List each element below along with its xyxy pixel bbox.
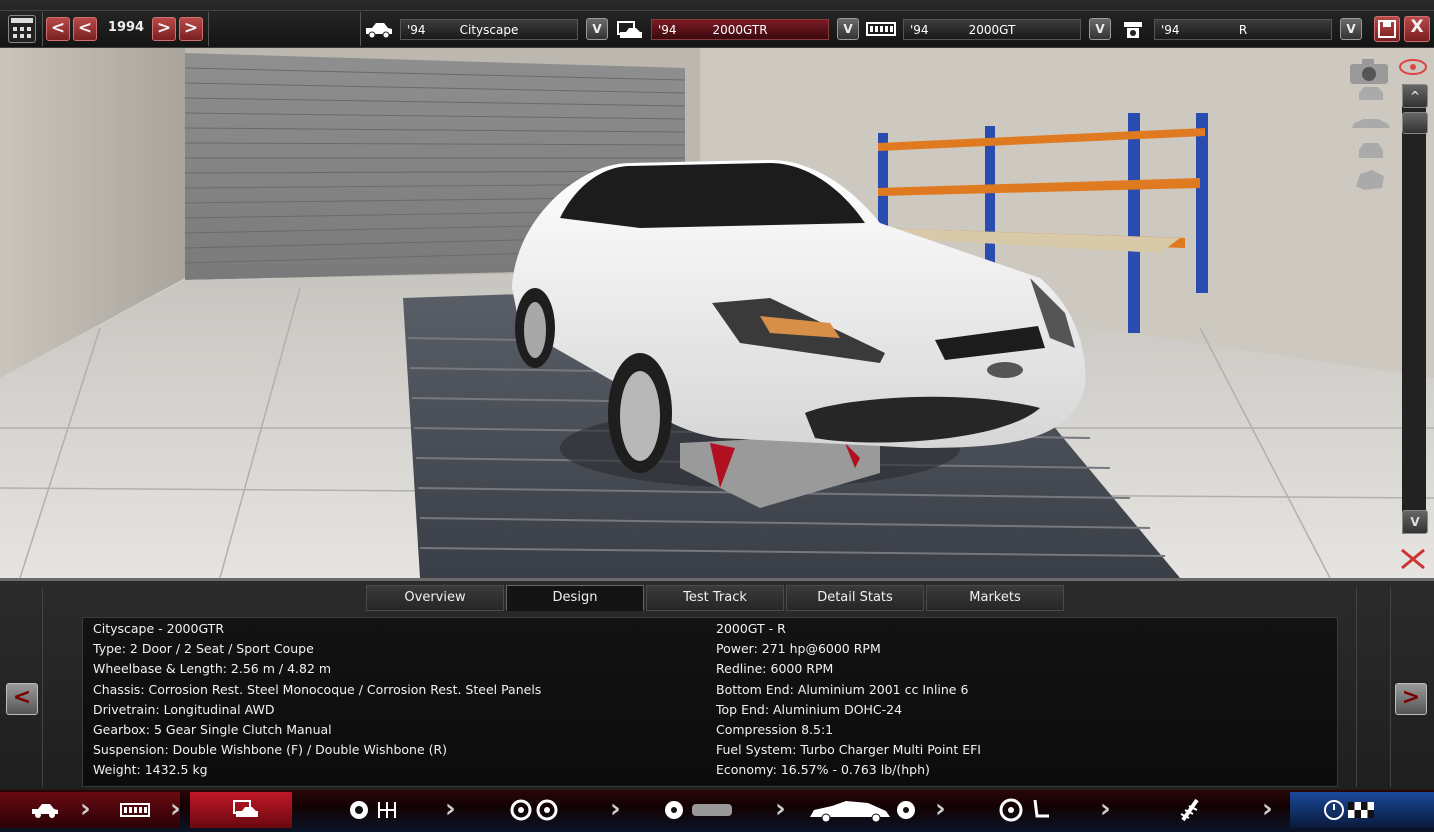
chassis-icon bbox=[665, 801, 732, 819]
top-toolbar: < < 1994 > > '94 Cityscape V '94 2000GTR… bbox=[0, 0, 1434, 48]
tab-detail-stats[interactable]: Detail Stats bbox=[786, 585, 924, 611]
engine-family-icon bbox=[120, 803, 150, 817]
car-viewport[interactable]: ^ V bbox=[0, 48, 1434, 578]
car-stat-line: Gearbox: 5 Gear Single Clutch Manual bbox=[93, 721, 332, 737]
engine-stat-line: Power: 271 hp@6000 RPM bbox=[716, 641, 881, 657]
stats-panel: Cityscape - 2000GTR Type: 2 Door / 2 Sea… bbox=[82, 617, 1338, 787]
wheels-icon bbox=[510, 799, 558, 821]
car-model-icon bbox=[32, 804, 58, 818]
car-stat-line: Chassis: Corrosion Rest. Steel Monocoque… bbox=[93, 681, 542, 697]
suspension-icon bbox=[1180, 798, 1199, 822]
engine-stat-line: Bottom End: Aluminium 2001 cc Inline 6 bbox=[716, 681, 969, 697]
save-button[interactable] bbox=[1374, 16, 1400, 42]
design-step-bar: › › › › › › › › bbox=[0, 790, 1434, 832]
engine-family-field[interactable]: '94 2000GT bbox=[903, 19, 1081, 40]
car-stat-line: Weight: 1432.5 kg bbox=[93, 762, 208, 778]
car-trim-icon bbox=[233, 800, 258, 817]
trim-dropdown-button[interactable]: V bbox=[837, 18, 859, 40]
engine-variant-icon bbox=[1124, 22, 1142, 38]
step-interior[interactable] bbox=[995, 792, 1055, 828]
step-wheels[interactable] bbox=[505, 792, 565, 828]
car-stat-line: Wheelbase & Length: 2.56 m / 4.82 m bbox=[93, 661, 332, 677]
model-dropdown-button[interactable]: V bbox=[586, 18, 608, 40]
car-stat-line: Suspension: Double Wishbone (F) / Double… bbox=[93, 742, 448, 758]
tab-overview[interactable]: Overview bbox=[366, 585, 504, 611]
tab-design[interactable]: Design bbox=[506, 585, 644, 611]
car-trim-icon bbox=[617, 21, 642, 38]
year-forward-button[interactable]: > bbox=[152, 17, 176, 41]
reset-view-icon[interactable] bbox=[1398, 546, 1428, 572]
steering-wheel-icon bbox=[999, 798, 1049, 822]
car-stat-line: Type: 2 Door / 2 Seat / Sport Coupe bbox=[93, 641, 314, 657]
zoom-slider-handle[interactable] bbox=[1402, 112, 1428, 134]
zoom-in-button[interactable]: ^ bbox=[1402, 84, 1428, 108]
step-trim[interactable] bbox=[215, 792, 275, 828]
garage-scene bbox=[0, 48, 1434, 578]
car-model-icon bbox=[366, 23, 392, 39]
year-back-button[interactable]: < bbox=[73, 17, 97, 41]
year-display: 1994 bbox=[107, 20, 145, 35]
chevron-right-icon: › bbox=[1262, 794, 1273, 824]
step-engine-family[interactable] bbox=[110, 792, 160, 828]
car-stat-line: Drivetrain: Longitudinal AWD bbox=[93, 701, 275, 717]
chevron-right-icon: › bbox=[445, 794, 456, 824]
step-suspension[interactable] bbox=[1170, 792, 1210, 828]
chevron-right-icon: › bbox=[775, 794, 786, 824]
engine-variant-field[interactable]: '94 R bbox=[1154, 19, 1332, 40]
eye-icon[interactable] bbox=[1398, 58, 1428, 76]
chevron-right-icon: › bbox=[610, 794, 621, 824]
chevron-right-icon: › bbox=[170, 794, 181, 824]
body-aero-icon bbox=[809, 801, 915, 823]
chevron-right-icon: › bbox=[1100, 794, 1111, 824]
tab-markets[interactable]: Markets bbox=[926, 585, 1064, 611]
engine-variant-dropdown-button[interactable]: V bbox=[1340, 18, 1362, 40]
trim-field[interactable]: '94 2000GTR bbox=[651, 19, 829, 40]
year-back-10-button[interactable]: < bbox=[46, 17, 70, 41]
previous-page-button[interactable]: < bbox=[6, 683, 38, 715]
rear-view-icon[interactable] bbox=[1356, 140, 1386, 162]
step-body-aero[interactable] bbox=[805, 792, 920, 828]
engine-stat-line: Redline: 6000 RPM bbox=[716, 661, 834, 677]
engine-stats-column: 2000GT - R Power: 271 hp@6000 RPM Redlin… bbox=[716, 621, 981, 783]
step-chassis[interactable] bbox=[660, 792, 740, 828]
engine-family-dropdown-button[interactable]: V bbox=[1089, 18, 1111, 40]
camera-icon[interactable] bbox=[1348, 56, 1392, 86]
gauge-flag-icon bbox=[1324, 800, 1374, 820]
side-view-icon[interactable] bbox=[1350, 114, 1392, 132]
engine-stat-line: 2000GT - R bbox=[716, 621, 786, 636]
tab-test-track[interactable]: Test Track bbox=[646, 585, 784, 611]
model-field[interactable]: '94 Cityscape bbox=[400, 19, 578, 40]
next-page-button[interactable]: > bbox=[1395, 683, 1427, 715]
engine-stat-line: Compression 8.5:1 bbox=[716, 721, 834, 737]
year-forward-10-button[interactable]: > bbox=[179, 17, 203, 41]
zoom-out-button[interactable]: V bbox=[1402, 510, 1428, 534]
engine-family-icon bbox=[866, 22, 896, 36]
engine-stat-line: Fuel System: Turbo Charger Multi Point E… bbox=[716, 742, 981, 758]
top-view-icon[interactable] bbox=[1352, 166, 1390, 192]
drivetrain-gear-icon bbox=[350, 801, 396, 819]
engine-stat-line: Top End: Aluminium DOHC-24 bbox=[716, 701, 903, 717]
engine-stat-line: Economy: 16.57% - 0.763 lb/(hph) bbox=[716, 762, 930, 778]
info-panel: Overview Design Test Track Detail Stats … bbox=[0, 578, 1434, 790]
close-button[interactable]: X bbox=[1404, 16, 1430, 42]
car-stats-column: Cityscape - 2000GTR Type: 2 Door / 2 Sea… bbox=[93, 621, 541, 783]
chevron-right-icon: › bbox=[80, 794, 91, 824]
save-icon bbox=[1378, 20, 1396, 38]
zoom-scrollbar[interactable] bbox=[1402, 84, 1426, 534]
step-testing[interactable] bbox=[1320, 792, 1380, 828]
step-car-model[interactable] bbox=[20, 792, 70, 828]
chevron-right-icon: › bbox=[935, 794, 946, 824]
front-view-icon[interactable] bbox=[1356, 84, 1386, 104]
step-drivetrain[interactable] bbox=[340, 792, 410, 828]
car-stat-line: Cityscape - 2000GTR bbox=[93, 621, 224, 636]
calendar-icon[interactable] bbox=[8, 15, 36, 43]
